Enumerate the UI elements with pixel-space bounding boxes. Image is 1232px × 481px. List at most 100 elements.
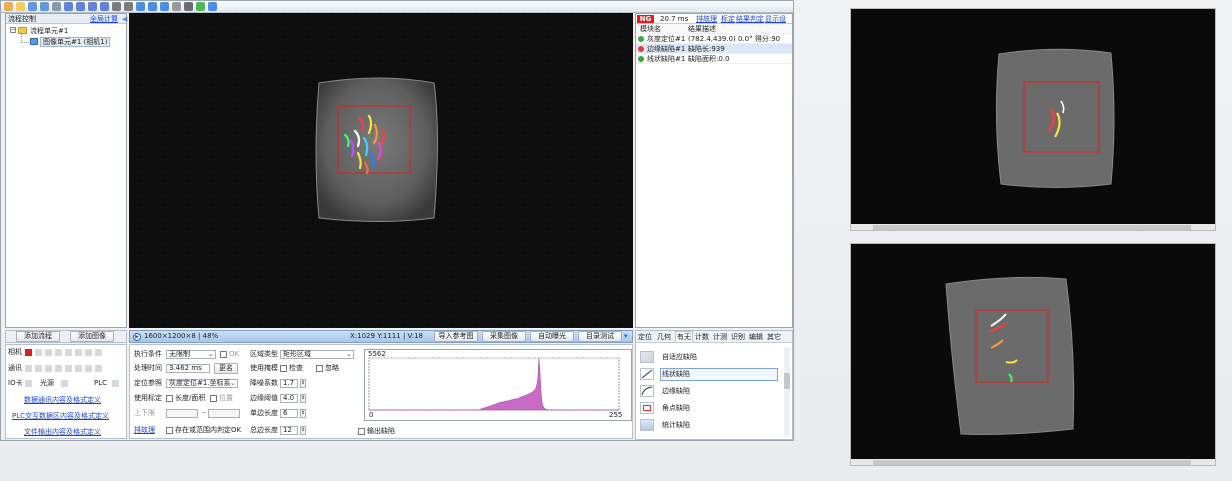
import-reference-button[interactable]: 导入参考图 <box>434 331 478 342</box>
locate-ref-select[interactable]: 灰度定位#1.坐标系 <box>166 379 238 388</box>
result-judge-link[interactable]: 结果判定 <box>736 14 764 24</box>
status-slot <box>65 365 72 372</box>
crosshair-icon[interactable] <box>124 2 133 11</box>
single-length-field[interactable]: 6 <box>280 409 298 418</box>
info-icon[interactable] <box>208 2 217 11</box>
save-icon[interactable] <box>28 2 37 11</box>
camera-status-indicator <box>25 349 32 356</box>
check-checkbox[interactable] <box>280 365 287 372</box>
single-length-label: 单边长度 <box>250 409 278 417</box>
thumbnail-1[interactable] <box>850 8 1216 231</box>
position-checkbox[interactable] <box>210 395 217 402</box>
image-unit-node[interactable]: 图像单元#1 (相机1) <box>40 37 111 47</box>
total-length-label: 总边长度 <box>250 426 278 434</box>
tool-edge-defect[interactable]: 边缘缺陷 <box>662 387 690 396</box>
play-icon[interactable]: ▶ <box>133 333 141 341</box>
add-flow-button[interactable]: 添加流程 <box>16 331 60 342</box>
camera-label: 相机 <box>8 348 22 356</box>
tab-other[interactable]: 其它 <box>767 332 781 342</box>
proc-time-label: 处理时间 <box>134 364 162 372</box>
use-mark-label: 使用标定 <box>134 394 162 402</box>
edge-threshold-stepper[interactable]: ⇕ <box>300 394 306 403</box>
settings-icon[interactable] <box>172 2 181 11</box>
tab-edit[interactable]: 编辑 <box>749 332 763 342</box>
scroll-thumb[interactable] <box>784 373 790 389</box>
zoom-in-icon[interactable] <box>64 2 73 11</box>
status-slot <box>65 349 72 356</box>
result-row[interactable]: 灰度定位#1 (782.4,439.0) 0.0° 得分:90 <box>636 34 792 44</box>
add-image-button[interactable]: 添加图像 <box>70 331 114 342</box>
result-row[interactable]: 边缘缺陷#1 缺陷长:939 <box>636 44 792 54</box>
h-scroll-thumb <box>873 460 1191 465</box>
viewer-status-bar: ▶ 1600×1200×8 | 48% X:1029 Y:1111 | V:18… <box>129 330 633 343</box>
plc-data-format-link[interactable]: PLC交互数据区内容及格式定义 <box>12 412 109 421</box>
adaptive-defect-icon <box>640 351 654 363</box>
tab-count[interactable]: 计数 <box>695 332 709 342</box>
single-length-stepper[interactable]: ⇕ <box>300 409 306 418</box>
play-once-icon[interactable] <box>136 2 145 11</box>
check-label: 检查 <box>289 364 303 372</box>
total-length-stepper[interactable]: ⇕ <box>300 426 306 435</box>
capture-image-button[interactable]: 采集图像 <box>482 331 526 342</box>
ignore-label: 忽略 <box>325 364 339 372</box>
data-comm-format-link[interactable]: 数据通讯内容及格式定义 <box>24 396 101 405</box>
lower-limit-field[interactable] <box>166 409 198 418</box>
save-as-icon[interactable] <box>40 2 49 11</box>
troubleshoot-link[interactable]: 排故理 <box>696 14 717 24</box>
tool-corner-defect[interactable]: 角点缺陷 <box>662 404 690 413</box>
corner-mark <box>643 405 651 411</box>
view-icon[interactable] <box>112 2 121 11</box>
edge-threshold-field[interactable]: 4.0 <box>280 394 298 403</box>
length-area-checkbox[interactable] <box>166 395 173 402</box>
stop-icon[interactable] <box>160 2 169 11</box>
total-length-field[interactable]: 12 <box>280 426 298 435</box>
tools-scrollbar[interactable] <box>784 347 790 437</box>
image-info: 1600×1200×8 | 48% <box>144 332 219 340</box>
noise-stepper[interactable]: ⇕ <box>300 379 306 388</box>
thumbnail-2[interactable] <box>850 243 1216 466</box>
collapse-icon[interactable]: ◀ <box>122 14 127 24</box>
tree-toggle-icon[interactable]: − <box>10 27 16 33</box>
tool-line-defect[interactable]: 线状缺陷 <box>662 370 690 379</box>
result-row[interactable]: 线状缺陷#1 缺陷面积:0.0 <box>636 54 792 64</box>
flow-unit-node[interactable]: 流程单元#1 <box>30 26 68 36</box>
col-result-desc: 结果描述 <box>688 25 716 33</box>
ignore-checkbox[interactable] <box>316 365 323 372</box>
rename-button[interactable]: 更名 <box>214 363 238 374</box>
new-icon[interactable] <box>4 2 13 11</box>
ok-checkbox[interactable] <box>220 351 227 358</box>
tool-stat-defect[interactable]: 统计缺陷 <box>662 421 690 430</box>
directory-test-button[interactable]: 目录测试 <box>578 331 622 342</box>
auto-exposure-button[interactable]: 自动曝光 <box>530 331 574 342</box>
tool-adaptive-defect[interactable]: 自适应缺陷 <box>662 353 697 362</box>
region-type-label: 区域类型 <box>250 350 278 358</box>
global-calc-link[interactable]: 全局计算 <box>90 14 118 24</box>
light-status-indicator <box>61 380 68 387</box>
help-icon[interactable] <box>196 2 205 11</box>
dropdown-icon[interactable]: ▾ <box>624 332 628 340</box>
region-type-select[interactable]: 矩形区域 <box>280 350 354 359</box>
export-icon[interactable] <box>52 2 61 11</box>
stat-defect-icon <box>640 419 654 431</box>
open-icon[interactable] <box>16 2 25 11</box>
within-ok-checkbox[interactable] <box>166 427 173 434</box>
play-loop-icon[interactable] <box>148 2 157 11</box>
zoom-out-icon[interactable] <box>76 2 85 11</box>
tab-recognize[interactable]: 识别 <box>731 332 745 342</box>
tab-presence[interactable]: 有无 <box>675 331 693 342</box>
noise-coef-field[interactable]: 1.7 <box>280 379 298 388</box>
calibrate-link[interactable]: 标定 <box>721 14 735 24</box>
zoom-actual-icon[interactable] <box>100 2 109 11</box>
troubleshoot-param-link[interactable]: 排故理 <box>134 426 155 435</box>
camera-icon[interactable] <box>184 2 193 11</box>
tab-measure[interactable]: 计测 <box>713 332 727 342</box>
tab-geometry[interactable]: 几何 <box>657 332 671 342</box>
upper-limit-field[interactable] <box>208 409 240 418</box>
tab-locate[interactable]: 定位 <box>638 332 652 342</box>
file-output-format-link[interactable]: 文件输出内容及格式定义 <box>24 428 101 437</box>
image-viewer[interactable] <box>129 13 633 328</box>
chevron-down-icon: ⌄ <box>230 379 236 387</box>
zoom-fit-icon[interactable] <box>88 2 97 11</box>
output-defect-checkbox[interactable] <box>358 428 365 435</box>
proc-time-field[interactable]: 3.462 ms <box>166 364 210 373</box>
